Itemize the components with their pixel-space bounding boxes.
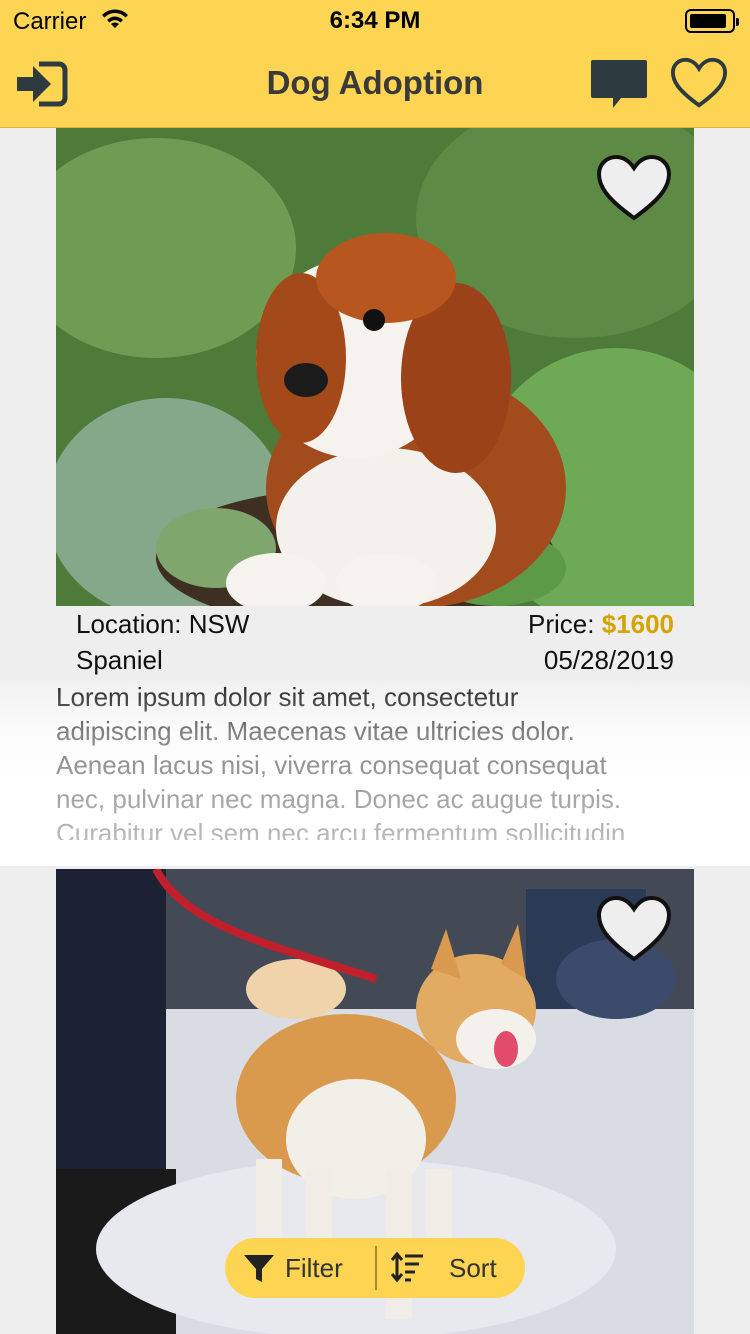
price-label: Price: $1600 [528, 606, 674, 642]
battery-icon [685, 9, 739, 33]
description-text: Lorem ipsum dolor sit amet, consectetur … [56, 682, 626, 840]
date-label: 05/28/2019 [543, 645, 674, 675]
price-value: $1600 [601, 609, 674, 639]
listings-feed[interactable]: Location: NSW Price: $1600 Spaniel 05/28… [0, 128, 750, 1334]
filter-label: Filter [285, 1252, 343, 1283]
status-bar: Carrier 6:34 PM [0, 0, 750, 40]
heart-icon[interactable] [596, 895, 672, 965]
listing-meta: Location: NSW Price: $1600 Spaniel 05/28… [76, 606, 674, 686]
filter-sort-bar: Filter Sort [225, 1238, 525, 1298]
status-time: 6:34 PM [329, 7, 421, 34]
location-label: Location: NSW [76, 609, 250, 639]
description-block: Lorem ipsum dolor sit amet, consectetur … [0, 680, 750, 866]
sort-icon [390, 1252, 423, 1283]
breed-label: Spaniel [76, 645, 163, 675]
sort-label: Sort [449, 1252, 497, 1283]
nav-bar: Dog Adoption [0, 40, 750, 128]
price-prefix: Price: [527, 609, 595, 639]
filter-icon [244, 1255, 274, 1282]
listing-card[interactable]: Location: NSW Price: $1600 Spaniel 05/28… [0, 128, 750, 866]
chat-icon[interactable] [590, 56, 648, 112]
filter-button[interactable]: Filter [225, 1238, 375, 1298]
sort-button[interactable]: Sort [377, 1238, 525, 1298]
heart-outline-icon[interactable] [670, 56, 728, 112]
dog-photo[interactable] [56, 128, 694, 606]
heart-icon[interactable] [596, 154, 672, 224]
app-header: Carrier 6:34 PM Dog Adoption [0, 0, 750, 128]
